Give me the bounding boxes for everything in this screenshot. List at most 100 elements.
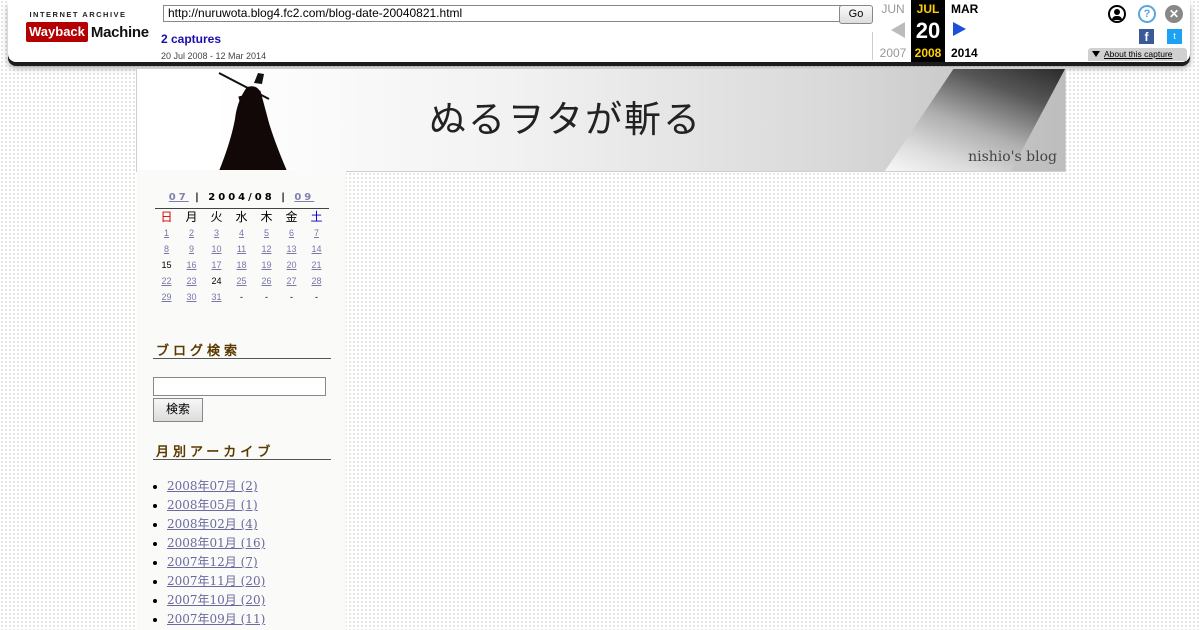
calendar-day-link[interactable]: 16 [186,260,196,270]
calendar-day[interactable]: 21 [304,257,329,273]
archive-link[interactable]: 2008年02月 (4) [167,517,258,531]
calendar-day[interactable]: 14 [304,241,329,257]
calendar-day-link[interactable]: 12 [261,244,271,254]
calendar-day-link[interactable]: 10 [211,244,221,254]
calendar-day[interactable]: 10 [204,241,229,257]
calendar-day[interactable]: 13 [279,241,304,257]
archive-link[interactable]: 2007年10月 (20) [167,593,265,607]
calendar-day[interactable]: 27 [279,273,304,289]
calendar-day[interactable]: 8 [154,241,179,257]
twitter-icon[interactable]: t [1167,29,1182,44]
calendar-day[interactable]: 22 [154,273,179,289]
calendar-day-link[interactable]: 21 [311,260,321,270]
calendar-day[interactable]: 3 [204,225,229,241]
calendar-day[interactable]: 12 [254,241,279,257]
calendar-day-link[interactable]: 17 [211,260,221,270]
calendar-day[interactable]: 6 [279,225,304,241]
about-capture-button[interactable]: About this capture [1088,48,1187,61]
calendar-day-link[interactable]: 2 [189,228,194,238]
calendar-day-link[interactable]: 28 [311,276,321,286]
calendar-day[interactable]: 17 [204,257,229,273]
calendar-next-link[interactable]: 09 [294,192,314,203]
calendar-day[interactable]: 1 [154,225,179,241]
wayback-logo[interactable]: INTERNET ARCHIVE Wayback Machine [26,10,149,50]
archive-link[interactable]: 2008年05月 (1) [167,498,258,512]
calendar-day[interactable]: 11 [229,241,254,257]
calendar-day-link[interactable]: 7 [314,228,319,238]
help-icon[interactable]: ? [1138,5,1156,23]
calendar-day-link[interactable]: 13 [286,244,296,254]
calendar-day[interactable]: 7 [304,225,329,241]
next-month[interactable]: MAR [951,2,987,16]
calendar-day[interactable]: 29 [154,289,179,305]
archive-link[interactable]: 2007年09月 (11) [167,612,265,626]
archive-item: 2007年09月 (11) [167,610,265,629]
calendar-day[interactable]: 2 [179,225,204,241]
calendar-day-link[interactable]: 11 [237,244,246,254]
calendar-day-link[interactable]: 23 [186,276,196,286]
calendar-day-link[interactable]: 25 [236,276,246,286]
next-arrow-icon[interactable] [953,22,966,36]
calendar-day-link[interactable]: 9 [189,244,194,254]
calendar-week: 1 2 3 4 5 6 7 [154,225,329,241]
calendar-day[interactable]: 31 [204,289,229,305]
weekday-header: 火 [210,210,223,224]
calendar-day-link[interactable]: 27 [286,276,296,286]
calendar-separator: | [195,192,202,203]
calendar-day-link[interactable]: 29 [161,292,171,302]
prev-capture-column[interactable]: JUN 2007 [876,0,910,62]
calendar-day-link[interactable]: 4 [239,228,244,238]
calendar-prev-link[interactable]: 07 [169,192,189,203]
calendar-day: - [290,292,293,302]
next-capture-column[interactable]: MAR 2014 [947,0,987,62]
calendar-day-link[interactable]: 14 [311,244,321,254]
calendar-day-link[interactable]: 31 [211,292,221,302]
calendar-day-link[interactable]: 19 [261,260,271,270]
archive-link[interactable]: 2007年11月 (20) [167,574,265,588]
calendar-day-link[interactable]: 8 [164,244,169,254]
next-year[interactable]: 2014 [951,46,987,60]
calendar-day[interactable]: 16 [179,257,204,273]
calendar-day-link[interactable]: 30 [186,292,196,302]
archive-link[interactable]: 2007年12月 (7) [167,555,258,569]
calendar-day[interactable]: 25 [229,273,254,289]
calendar-day-link[interactable]: 1 [164,228,169,238]
url-input[interactable]: http://nuruwota.blog4.fc2.com/blog-date-… [163,5,843,22]
user-icon[interactable] [1108,5,1126,23]
calendar-day[interactable]: 20 [279,257,304,273]
calendar-day[interactable]: 5 [254,225,279,241]
archive-link[interactable]: 2008年01月 (16) [167,536,265,550]
search-button[interactable]: 検索 [153,398,203,422]
calendar-day[interactable]: 4 [229,225,254,241]
prev-month[interactable]: JUN [876,2,910,16]
calendar-day-link[interactable]: 26 [261,276,271,286]
captures-link[interactable]: 2 captures [161,32,221,46]
blog-title: ぬるヲタが斬る [429,98,702,141]
calendar-separator: | [281,192,288,203]
current-month: JUL [916,2,940,16]
calendar-day-link[interactable]: 5 [264,228,269,238]
calendar-day-link[interactable]: 6 [289,228,294,238]
calendar-day: 15 [161,260,172,270]
calendar-day[interactable]: 9 [179,241,204,257]
calendar-day-link[interactable]: 22 [161,276,171,286]
calendar-day[interactable]: 30 [179,289,204,305]
calendar-day[interactable]: 19 [254,257,279,273]
calendar-day-link[interactable]: 18 [236,260,246,270]
calendar-table: 日月火水木金土 1 2 3 4 5 6 7 8 9 10 11 12 13 14 15 16 17 18 19 20 2… [154,208,329,305]
capture-range: 20 Jul 2008 - 12 Mar 2014 [161,51,267,61]
calendar-day-link[interactable]: 3 [214,228,219,238]
calendar-day[interactable]: 26 [254,273,279,289]
calendar-day[interactable]: 23 [179,273,204,289]
prev-year[interactable]: 2007 [876,46,910,60]
close-icon[interactable]: ✕ [1165,5,1183,23]
go-button[interactable]: Go [839,5,873,24]
calendar-day[interactable]: 28 [304,273,329,289]
calendar-day-link[interactable]: 20 [286,260,296,270]
archive-link[interactable]: 2008年07月 (2) [167,479,258,493]
blog-banner[interactable]: ぬるヲタが斬る nishio's blog [136,68,1066,172]
facebook-icon[interactable]: f [1139,29,1154,44]
blog-search-input[interactable] [153,377,326,396]
archive-item: 2008年02月 (4) [167,515,265,534]
calendar-day[interactable]: 18 [229,257,254,273]
